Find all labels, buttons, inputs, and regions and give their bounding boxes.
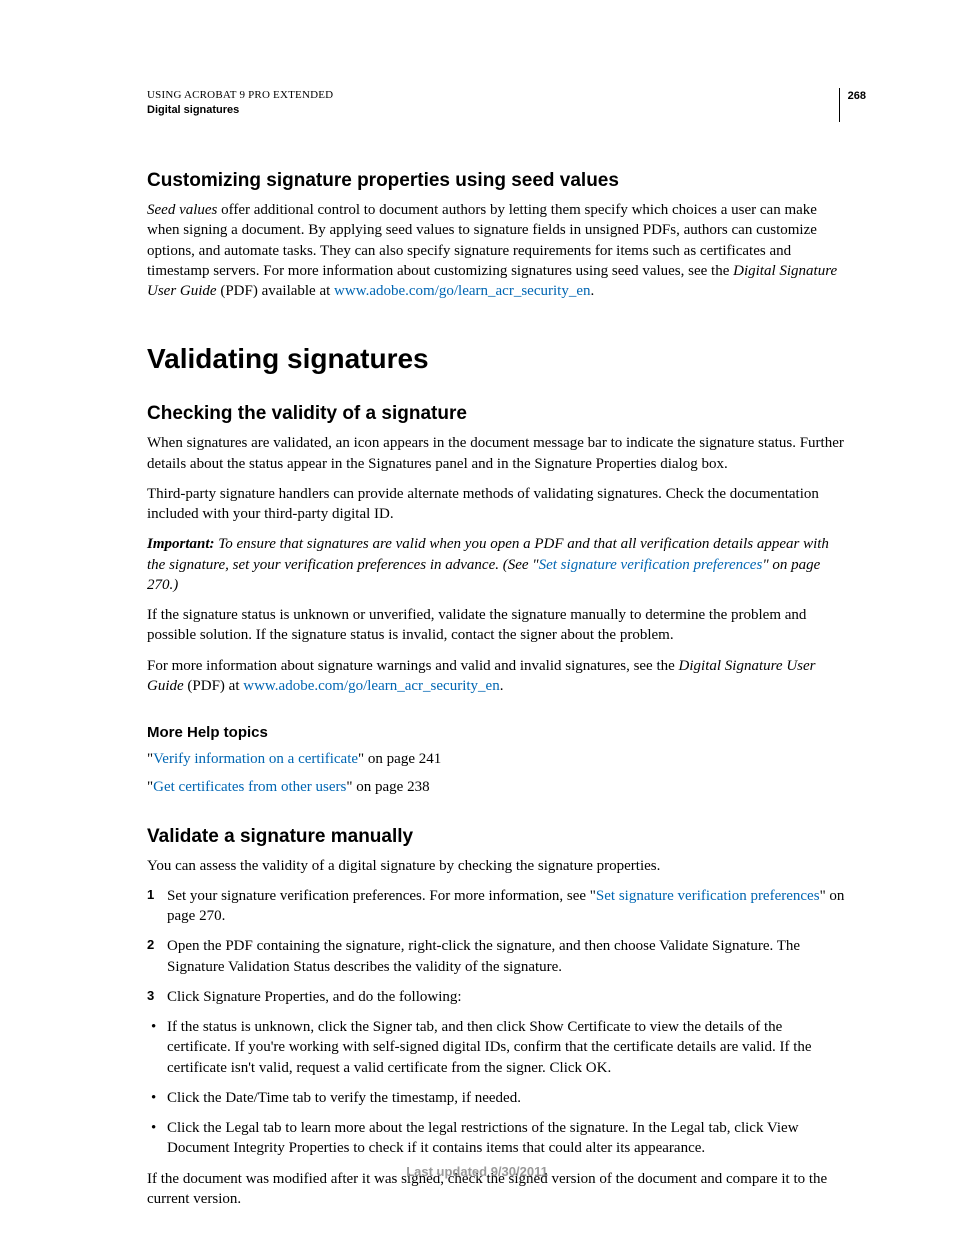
bullet-1: If the status is unknown, click the Sign… [147, 1017, 848, 1078]
seed-values-paragraph: Seed values offer additional control to … [147, 200, 848, 301]
footer-text: Last updated 9/30/2011 [406, 1164, 548, 1179]
page-header: USING ACROBAT 9 PRO EXTENDED Digital sig… [147, 88, 848, 122]
step-2: 2 Open the PDF containing the signature,… [147, 936, 848, 977]
page-number: 268 [839, 88, 866, 122]
link-security-2[interactable]: www.adobe.com/go/learn_acr_security_en [243, 678, 499, 694]
more-help-heading: More Help topics [147, 724, 848, 741]
step-3: 3 Click Signature Properties, and do the… [147, 987, 848, 1007]
step-number: 2 [147, 936, 154, 954]
section-heading-seed-values: Customizing signature properties using s… [147, 170, 848, 192]
document-page: USING ACROBAT 9 PRO EXTENDED Digital sig… [0, 0, 954, 1235]
seed-values-term: Seed values [147, 202, 217, 218]
important-label: Important: [147, 536, 215, 552]
header-left: USING ACROBAT 9 PRO EXTENDED Digital sig… [147, 88, 333, 118]
help-topic-2: "Get certificates from other users" on p… [147, 777, 848, 797]
header-subtitle: Digital signatures [147, 103, 333, 118]
steps-list: 1 Set your signature verification prefer… [147, 886, 848, 1007]
link-verify-cert[interactable]: Verify information on a certificate [153, 751, 358, 767]
link-get-certs[interactable]: Get certificates from other users [153, 779, 346, 795]
step-number: 3 [147, 987, 154, 1005]
page-footer: Last updated 9/30/2011 [0, 1164, 954, 1179]
checking-p1: When signatures are validated, an icon a… [147, 433, 848, 474]
link-set-prefs-2[interactable]: Set signature verification preferences [596, 888, 820, 904]
step-1: 1 Set your signature verification prefer… [147, 886, 848, 927]
checking-p2: Third-party signature handlers can provi… [147, 484, 848, 525]
link-set-prefs-1[interactable]: Set signature verification preferences [539, 557, 763, 573]
help-topic-1: "Verify information on a certificate" on… [147, 749, 848, 769]
link-security-1[interactable]: www.adobe.com/go/learn_acr_security_en [334, 283, 590, 299]
checking-p5: For more information about signature war… [147, 656, 848, 697]
chapter-heading: Validating signatures [147, 343, 848, 375]
important-note: Important: To ensure that signatures are… [147, 534, 848, 595]
header-title: USING ACROBAT 9 PRO EXTENDED [147, 88, 333, 103]
bullet-3: Click the Legal tab to learn more about … [147, 1118, 848, 1159]
bullet-list: If the status is unknown, click the Sign… [147, 1017, 848, 1159]
manual-intro: You can assess the validity of a digital… [147, 856, 848, 876]
page-number-value: 268 [848, 90, 866, 102]
checking-p4: If the signature status is unknown or un… [147, 605, 848, 646]
section-heading-manual: Validate a signature manually [147, 826, 848, 848]
section-heading-checking: Checking the validity of a signature [147, 403, 848, 425]
step-number: 1 [147, 886, 154, 904]
bullet-2: Click the Date/Time tab to verify the ti… [147, 1088, 848, 1108]
